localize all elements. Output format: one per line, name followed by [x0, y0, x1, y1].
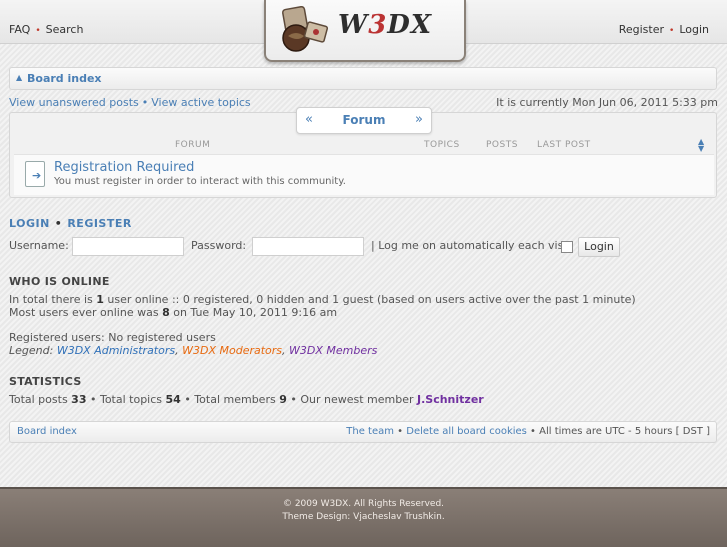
sub-navigation: View unanswered posts • View active topics [9, 96, 251, 109]
online-record-text: Most users ever online was 8 on Tue May … [9, 306, 338, 319]
login-heading-separator: • [54, 217, 63, 230]
login-heading-link[interactable]: LOGIN [9, 217, 50, 230]
theme-credit-text: Theme Design: Vjacheslav Trushkin. [282, 512, 445, 522]
login-button[interactable]: Login [578, 237, 620, 257]
current-datetime: It is currently Mon Jun 06, 2011 5:33 pm [496, 96, 718, 109]
autologin-checkbox[interactable] [561, 241, 573, 253]
online-total-text: In total there is 1 user online :: 0 reg… [9, 293, 636, 306]
who-is-online-title: WHO IS ONLINE [9, 275, 110, 288]
legend-administrators-link[interactable]: W3DX Administrators [57, 344, 175, 357]
footer-right-links: The team • Delete all board cookies • Al… [346, 426, 710, 437]
logo-emblem-icon [281, 5, 329, 52]
faq-link[interactable]: FAQ [9, 23, 30, 36]
timezone-text: All times are UTC - 5 hours [ DST ] [539, 426, 710, 437]
top-right-links: Register • Login [619, 23, 709, 36]
forum-title-link[interactable]: Registration Required [54, 160, 194, 175]
login-section-title: LOGIN • REGISTER [9, 217, 132, 230]
username-input[interactable] [72, 237, 184, 256]
register-link[interactable]: Register [619, 23, 664, 36]
top-left-links: FAQ • Search [9, 23, 83, 36]
site-logo[interactable]: W3DX [264, 0, 466, 62]
password-input[interactable] [252, 237, 364, 256]
column-header-topics: TOPICS [424, 140, 460, 150]
top-separator: • [669, 26, 675, 36]
unanswered-posts-link[interactable]: View unanswered posts [9, 96, 139, 109]
the-team-link[interactable]: The team [346, 426, 394, 437]
column-header-posts: POSTS [486, 140, 518, 150]
breadcrumb: ▲ Board index [9, 67, 717, 90]
breadcrumb-arrow-icon: ▲ [16, 73, 23, 82]
delete-cookies-link[interactable]: Delete all board cookies [406, 426, 527, 437]
top-separator: • [35, 26, 41, 36]
newest-member-link[interactable]: J.Schnitzer [417, 393, 484, 406]
active-topics-link[interactable]: View active topics [151, 96, 250, 109]
autologin-label: | Log me on automatically each visit [371, 239, 571, 252]
legend-members-link[interactable]: W3DX Members [289, 344, 377, 357]
footer-board-index-link[interactable]: Board index [17, 426, 77, 437]
collapse-right-icon[interactable]: » [415, 112, 423, 127]
logo-wordmark: W3DX [338, 10, 433, 40]
registered-users-text: Registered users: No registered users [9, 331, 216, 344]
forum-tab-header: « Forum » [296, 107, 432, 134]
forum-tab-title: Forum [342, 113, 386, 127]
username-label: Username: [9, 239, 69, 252]
forum-description: You must register in order to interact w… [54, 176, 346, 187]
board-index-link[interactable]: Board index [27, 72, 102, 85]
column-header-last-post: LAST POST [537, 140, 591, 150]
column-header-forum: FORUM [175, 140, 211, 150]
sort-toggle-icon[interactable]: ▲ ▼ [698, 138, 704, 153]
copyright-footer: © 2009 W3DX. All Rights Reserved. Theme … [0, 487, 727, 547]
legend-moderators-link[interactable]: W3DX Moderators [182, 344, 282, 357]
group-legend: Legend: W3DX Administrators, W3DX Modera… [9, 344, 378, 357]
subnav-separator: • [141, 96, 149, 109]
footer-navigation: Board index The team • Delete all board … [9, 421, 717, 443]
search-link[interactable]: Search [46, 23, 84, 36]
login-link[interactable]: Login [679, 23, 709, 36]
copyright-text: © 2009 W3DX. All Rights Reserved. [282, 499, 445, 509]
password-label: Password: [191, 239, 247, 252]
statistics-title: STATISTICS [9, 375, 82, 388]
forum-row: ➔ Registration Required You must registe… [14, 154, 714, 195]
register-heading-link[interactable]: REGISTER [67, 217, 132, 230]
forum-link-icon: ➔ [25, 161, 45, 187]
statistics-text: Total posts 33 • Total topics 54 • Total… [9, 393, 484, 406]
